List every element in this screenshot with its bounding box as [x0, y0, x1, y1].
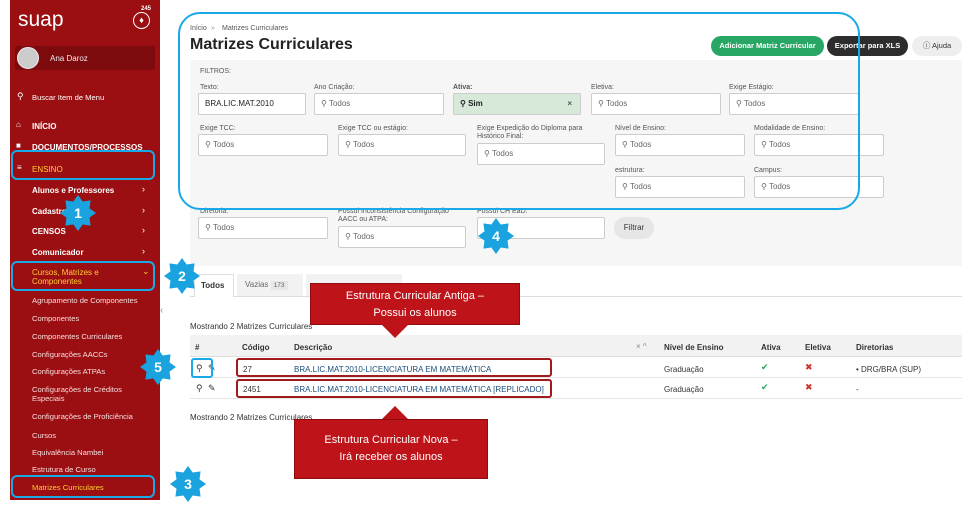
check-icon: ✔: [761, 362, 769, 372]
placeholder: Todos: [352, 232, 375, 241]
tab-todos[interactable]: Todos: [194, 274, 234, 297]
edit-icon[interactable]: ✎: [208, 383, 216, 394]
help-label: Ajuda: [931, 41, 952, 50]
menu-censos[interactable]: CENSOS: [32, 227, 66, 236]
callout-old-line1: Estrutura Curricular Antiga –: [345, 290, 485, 302]
chevron-right-icon: ›: [142, 246, 145, 256]
highlight-old: [236, 358, 552, 377]
menu-item[interactable]: Componentes: [32, 314, 79, 323]
sort-icon[interactable]: × ^: [636, 342, 647, 351]
tab-vazias-label: Vazias: [245, 280, 269, 289]
collapse-icon[interactable]: ‹: [160, 305, 163, 316]
callout-new: Estrutura Curricular Nova – Irá receber o…: [294, 419, 488, 479]
cross-icon: ✖: [805, 382, 813, 392]
menu-comunicador[interactable]: Comunicador: [32, 248, 84, 257]
menu-alunos[interactable]: Alunos e Professores: [32, 186, 114, 195]
view-icon[interactable]: ⚲: [196, 383, 203, 394]
menu-item[interactable]: Cursos: [32, 431, 56, 440]
menu-search[interactable]: Buscar Item de Menu: [32, 93, 104, 102]
check-icon: ✔: [761, 382, 769, 392]
menu-item[interactable]: Equivalência Nambei: [32, 448, 103, 457]
cross-icon: ✖: [805, 362, 813, 372]
chevron-right-icon: ›: [142, 205, 145, 215]
menu-item[interactable]: Configurações ATPAs: [32, 367, 105, 376]
menu-item[interactable]: Componentes Curriculares: [32, 332, 122, 341]
tab-vazias-count: 173: [270, 281, 288, 290]
menu-item[interactable]: Configurações de Créditos Especiais: [32, 385, 132, 403]
folder-icon: ■: [16, 141, 21, 150]
tab-vazias[interactable]: Vazias 173: [237, 274, 303, 296]
highlight-ensino: [11, 150, 155, 180]
home-icon: ⌂: [16, 120, 21, 129]
chevron-right-icon: ›: [142, 184, 145, 194]
col-hash: #: [195, 343, 200, 352]
cell-diretorias: -: [856, 385, 859, 394]
label-inconsistencia: Possui Inconsistência Configuração AACC …: [338, 208, 449, 223]
col-ativa[interactable]: Ativa: [761, 343, 781, 352]
callout-old-line2: Possui os alunos: [373, 307, 457, 319]
placeholder: Todos: [212, 223, 235, 232]
showing-count: Mostrando 2 Matrizes Curriculares: [190, 322, 313, 331]
cell-nivel: Graduação: [664, 385, 704, 394]
diretoria-select[interactable]: ⚲ Todos: [198, 217, 328, 239]
col-nivel[interactable]: Nível de Ensino: [664, 343, 724, 352]
filter-button[interactable]: Filtrar: [614, 217, 654, 239]
step-badge-3: 3: [170, 466, 206, 502]
col-eletiva[interactable]: Eletiva: [805, 343, 831, 352]
menu-item[interactable]: Configurações de Proficiência: [32, 412, 133, 421]
col-diretorias[interactable]: Diretorias: [856, 343, 893, 352]
help-button[interactable]: ⓘ Ajuda: [912, 36, 962, 56]
menu-item[interactable]: Configurações AACCs: [32, 350, 108, 359]
avatar[interactable]: [17, 47, 39, 69]
notification-count: 245: [141, 6, 152, 12]
arrow-up: [381, 406, 409, 420]
col-descricao[interactable]: Descrição: [294, 343, 332, 352]
arrow-down: [381, 324, 409, 338]
search-icon: ⚲: [345, 232, 353, 241]
menu-item[interactable]: Agrupamento de Componentes: [32, 296, 138, 305]
menu-inicio[interactable]: INÍCIO: [32, 122, 56, 131]
highlight-matrizes: [11, 475, 155, 498]
sidebar: suap ♦ 245 Ana Daroz ⚲ Buscar Item de Me…: [10, 0, 160, 500]
callout-new-line2: Irá receber os alunos: [339, 451, 443, 463]
search-icon: ⚲: [17, 91, 24, 101]
user-name: Ana Daroz: [50, 54, 88, 63]
inconsistencia-select[interactable]: ⚲ Todos: [338, 226, 466, 248]
chevron-right-icon: ›: [142, 225, 145, 235]
highlight-new: [236, 379, 552, 398]
highlight-cursos: [11, 261, 155, 291]
search-icon: ⚲: [205, 223, 213, 232]
tabs-divider: [190, 296, 962, 297]
help-icon: ⓘ: [922, 41, 932, 50]
highlight-filters: [178, 12, 860, 210]
callout-old: Estrutura Curricular Antiga – Possui os a…: [310, 283, 520, 325]
menu-item[interactable]: Estrutura de Curso: [32, 465, 96, 474]
highlight-view: [191, 358, 213, 378]
cell-nivel: Graduação: [664, 365, 704, 374]
col-codigo[interactable]: Código: [242, 343, 270, 352]
bell-icon[interactable]: ♦: [133, 12, 150, 29]
diretoria-value: DRG/BRA (SUP): [861, 365, 922, 374]
callout-new-line1: Estrutura Curricular Nova –: [324, 434, 458, 446]
cell-diretorias: • DRG/BRA (SUP): [856, 365, 922, 374]
suap-logo[interactable]: suap: [18, 8, 64, 32]
